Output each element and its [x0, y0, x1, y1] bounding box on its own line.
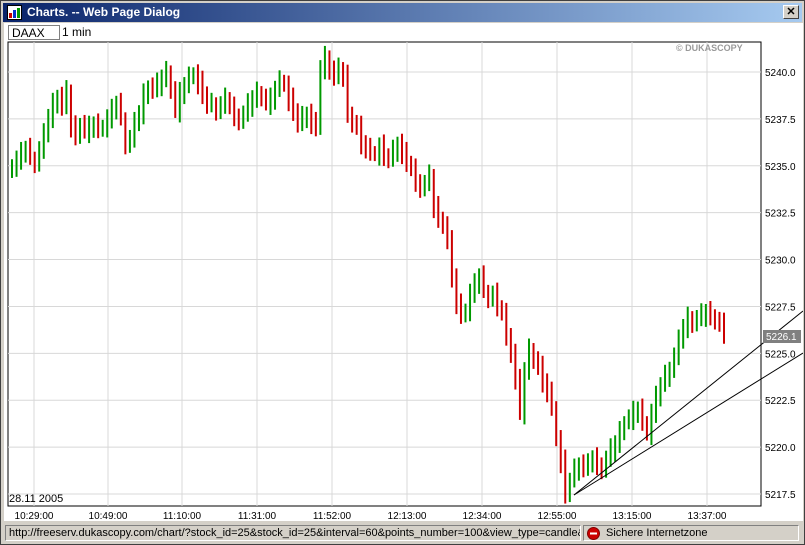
status-bar: http://freeserv.dukascopy.com/chart/?sto…: [3, 523, 802, 543]
date-label: 28.11 2005: [9, 493, 63, 505]
symbol-field[interactable]: DAAX: [8, 25, 60, 40]
x-tick-label: 10:49:00: [89, 511, 128, 521]
y-tick-label: 5227.5: [765, 302, 796, 313]
y-tick-label: 5232.5: [765, 209, 796, 220]
status-url: http://freeserv.dukascopy.com/chart/?sto…: [5, 525, 581, 541]
price-chart: 5240.0 5237.5 5235.0 5232.5 5230.0 5227.5 5225…: [7, 41, 803, 521]
x-tick-label: 13:15:00: [613, 511, 652, 521]
y-tick-label: 5237.5: [765, 115, 796, 126]
y-tick-label: 5240.0: [765, 68, 796, 79]
close-button[interactable]: ✕: [783, 5, 799, 19]
interval-label[interactable]: 1 min: [62, 25, 91, 40]
y-tick-label: 5235.0: [765, 162, 796, 173]
title-bar[interactable]: Charts. -- Web Page Dialog ✕: [3, 3, 802, 22]
y-tick-label: 5220.0: [765, 443, 796, 454]
chart-panel: 5240.0 5237.5 5235.0 5232.5 5230.0 5227.5 5225…: [4, 23, 803, 521]
y-tick-label: 5217.5: [765, 490, 796, 501]
y-tick-label: 5225.0: [765, 349, 796, 360]
x-tick-label: 12:55:00: [538, 511, 577, 521]
x-tick-label: 10:29:00: [15, 511, 54, 521]
dialog-window: Charts. -- Web Page Dialog ✕ 5240.0 5237.…: [0, 0, 805, 545]
watermark: © DUKASCOPY: [676, 43, 743, 53]
x-axis-labels: 10:29:00 10:49:00 11:10:00 11:31:00 11:52:00…: [15, 511, 727, 521]
chart-window-icon: [7, 5, 22, 20]
x-tick-label: 11:10:00: [163, 511, 202, 521]
security-zone-label: Sichere Internetzone: [606, 527, 708, 539]
x-tick-label: 12:13:00: [388, 511, 427, 521]
x-tick-label: 12:34:00: [463, 511, 502, 521]
x-tick-label: 13:37:00: [688, 511, 727, 521]
last-price-label: 5226.1: [766, 332, 797, 343]
window-title: Charts. -- Web Page Dialog: [27, 5, 181, 19]
y-tick-label: 5222.5: [765, 396, 796, 407]
x-tick-label: 11:52:00: [313, 511, 352, 521]
security-zone-panel: Sichere Internetzone: [583, 525, 799, 541]
restricted-zone-icon: [587, 527, 600, 540]
x-tick-label: 11:31:00: [238, 511, 277, 521]
y-axis-labels: 5240.0 5237.5 5235.0 5232.5 5230.0 5227.5 5225…: [765, 68, 796, 501]
y-tick-label: 5230.0: [765, 256, 796, 267]
